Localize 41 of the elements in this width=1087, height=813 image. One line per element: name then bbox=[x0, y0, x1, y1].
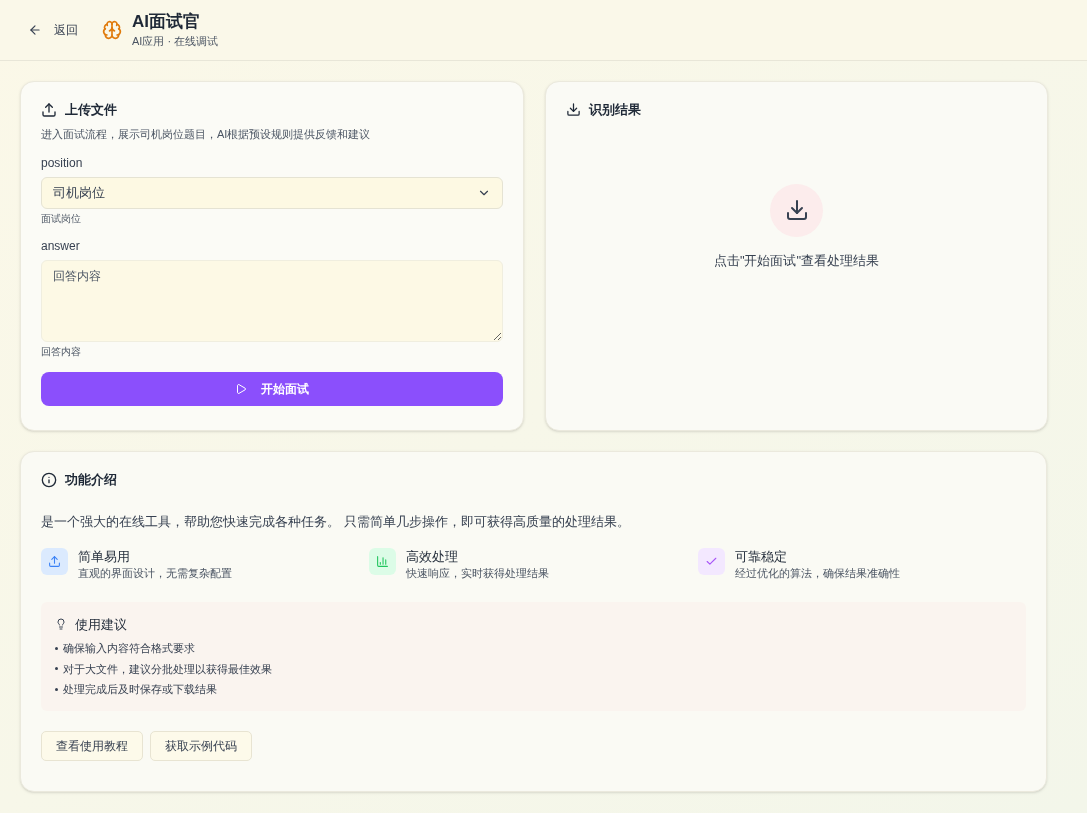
position-select[interactable]: 司机岗位 bbox=[41, 177, 503, 209]
lightbulb-icon bbox=[55, 618, 67, 631]
feature-title: 可靠稳定 bbox=[734, 548, 788, 565]
bullet-icon bbox=[55, 667, 58, 671]
bullet-icon bbox=[55, 687, 58, 691]
tips-title: 使用建议 bbox=[75, 615, 127, 634]
feature-title: 高效处理 bbox=[406, 548, 460, 565]
app-title: AI面试官 bbox=[132, 10, 201, 33]
feature-description: 经过优化的算法，确保结果准确性 bbox=[734, 566, 900, 581]
intro-summary: 是一个强大的在线工具，帮助您快速完成各种任务。 只需简单几步操作，即可获得高质量的处理结果。 bbox=[41, 512, 631, 531]
download-badge-icon bbox=[770, 183, 823, 237]
upload-icon bbox=[41, 548, 68, 575]
field-label: answer bbox=[41, 238, 81, 255]
feature-description: 快速响应，实时获得处理结果 bbox=[406, 566, 550, 581]
card-title: 功能介绍 bbox=[65, 471, 117, 489]
tip-text: 处理完成后及时保存或下载结果 bbox=[63, 682, 217, 697]
brain-icon bbox=[102, 20, 122, 40]
field-label: position bbox=[41, 155, 84, 172]
play-icon bbox=[235, 383, 247, 395]
card-title: 识别结果 bbox=[589, 101, 641, 119]
field-hint: 回答内容 bbox=[41, 346, 82, 358]
field-hint: 面试岗位 bbox=[41, 213, 82, 225]
tip-text: 对于大文件，建议分批处理以获得最佳效果 bbox=[63, 661, 272, 677]
upload-icon bbox=[41, 101, 57, 118]
info-icon bbox=[41, 471, 57, 488]
card-title: 上传文件 bbox=[65, 101, 117, 119]
tutorial-button[interactable]: 查看使用教程 bbox=[41, 730, 143, 761]
start-interview-button[interactable]: 开始面试 bbox=[41, 372, 503, 406]
app-subtitle: AI应用 · 在线调试 bbox=[132, 33, 219, 49]
empty-state-text: 点击"开始面试"查看处理结果 bbox=[713, 251, 880, 270]
back-button[interactable]: 返回 bbox=[28, 21, 78, 39]
answer-input[interactable]: 回答内容 bbox=[41, 260, 503, 342]
tip-text: 确保输入内容符合格式要求 bbox=[63, 641, 195, 656]
feature-description: 直观的界面设计，无需复杂配置 bbox=[78, 566, 232, 581]
sample-code-button[interactable]: 获取示例代码 bbox=[150, 730, 252, 761]
bullet-icon bbox=[55, 646, 58, 650]
download-icon bbox=[566, 102, 581, 118]
bar-chart-icon bbox=[369, 548, 397, 575]
feature-title: 简单易用 bbox=[78, 548, 131, 565]
card-description: 进入面试流程，展示司机岗位题目，AI根据预设规则提供反馈和建议 bbox=[41, 126, 372, 142]
check-icon bbox=[697, 548, 725, 575]
